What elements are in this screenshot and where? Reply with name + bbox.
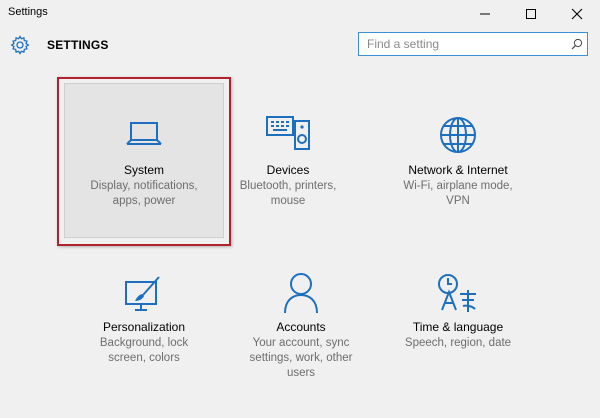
close-button[interactable] <box>554 0 600 27</box>
time-language-icon <box>438 274 476 312</box>
maximize-button[interactable] <box>508 0 554 27</box>
tile-description-line: apps, power <box>112 195 176 207</box>
title-bar: Settings <box>0 0 600 27</box>
tile-title: Network & Internet <box>408 163 508 177</box>
tile-accounts[interactable]: Accounts Your account, sync settings, wo… <box>221 268 381 418</box>
tile-system[interactable]: System Display, notifications, apps, pow… <box>64 83 224 238</box>
minimize-icon <box>480 13 490 15</box>
tile-description: Wi-Fi, airplane mode, VPN <box>378 179 538 209</box>
tile-description-line: mouse <box>270 195 306 207</box>
tile-description: Your account, sync settings, work, other… <box>221 336 381 381</box>
close-icon <box>571 8 583 20</box>
tile-description-line: settings, work, other <box>249 352 353 364</box>
tile-description-line: Wi-Fi, airplane mode, <box>403 180 513 192</box>
personalization-icon <box>125 276 160 311</box>
gear-icon <box>10 35 30 55</box>
settings-window: Settings SETTINGS Find a setting System … <box>0 0 600 387</box>
tile-time-language[interactable]: Time & language Speech, region, date <box>378 268 538 418</box>
tile-description-line: VPN <box>446 195 470 207</box>
tile-network-internet[interactable]: Network & Internet Wi-Fi, airplane mode,… <box>378 83 538 233</box>
globe-icon <box>440 117 476 153</box>
window-title: Settings <box>8 6 48 18</box>
tile-description-line: screen, colors <box>108 352 180 364</box>
tile-devices[interactable]: Devices Bluetooth, printers, mouse <box>208 83 368 233</box>
laptop-icon <box>126 122 162 145</box>
tile-title: Time & language <box>412 320 504 334</box>
tile-description-line: Bluetooth, printers, <box>239 180 337 192</box>
search-input[interactable] <box>359 33 559 55</box>
tile-description-line: Display, notifications, <box>90 180 198 192</box>
minimize-button[interactable] <box>462 0 508 27</box>
devices-icon <box>266 116 310 150</box>
tile-description-line: Speech, region, date <box>404 337 512 349</box>
tile-title: Accounts <box>276 320 326 334</box>
tile-description: Background, lock screen, colors <box>64 336 224 366</box>
search-icon[interactable] <box>571 38 583 50</box>
tile-title: Devices <box>266 163 310 177</box>
search-box[interactable] <box>358 32 588 56</box>
tile-description-line: users <box>286 367 316 379</box>
page-title: SETTINGS <box>47 38 109 52</box>
maximize-icon <box>526 9 536 19</box>
tile-title: System <box>123 163 164 177</box>
tile-description-line: Your account, sync <box>252 337 350 349</box>
person-icon <box>284 273 318 314</box>
tile-title: Personalization <box>102 320 186 334</box>
tile-description-line: Background, lock <box>99 337 189 349</box>
tile-description: Bluetooth, printers, mouse <box>208 179 368 209</box>
tile-description: Display, notifications, apps, power <box>65 179 223 209</box>
tile-personalization[interactable]: Personalization Background, lock screen,… <box>64 268 224 418</box>
tile-description: Speech, region, date <box>378 336 538 351</box>
